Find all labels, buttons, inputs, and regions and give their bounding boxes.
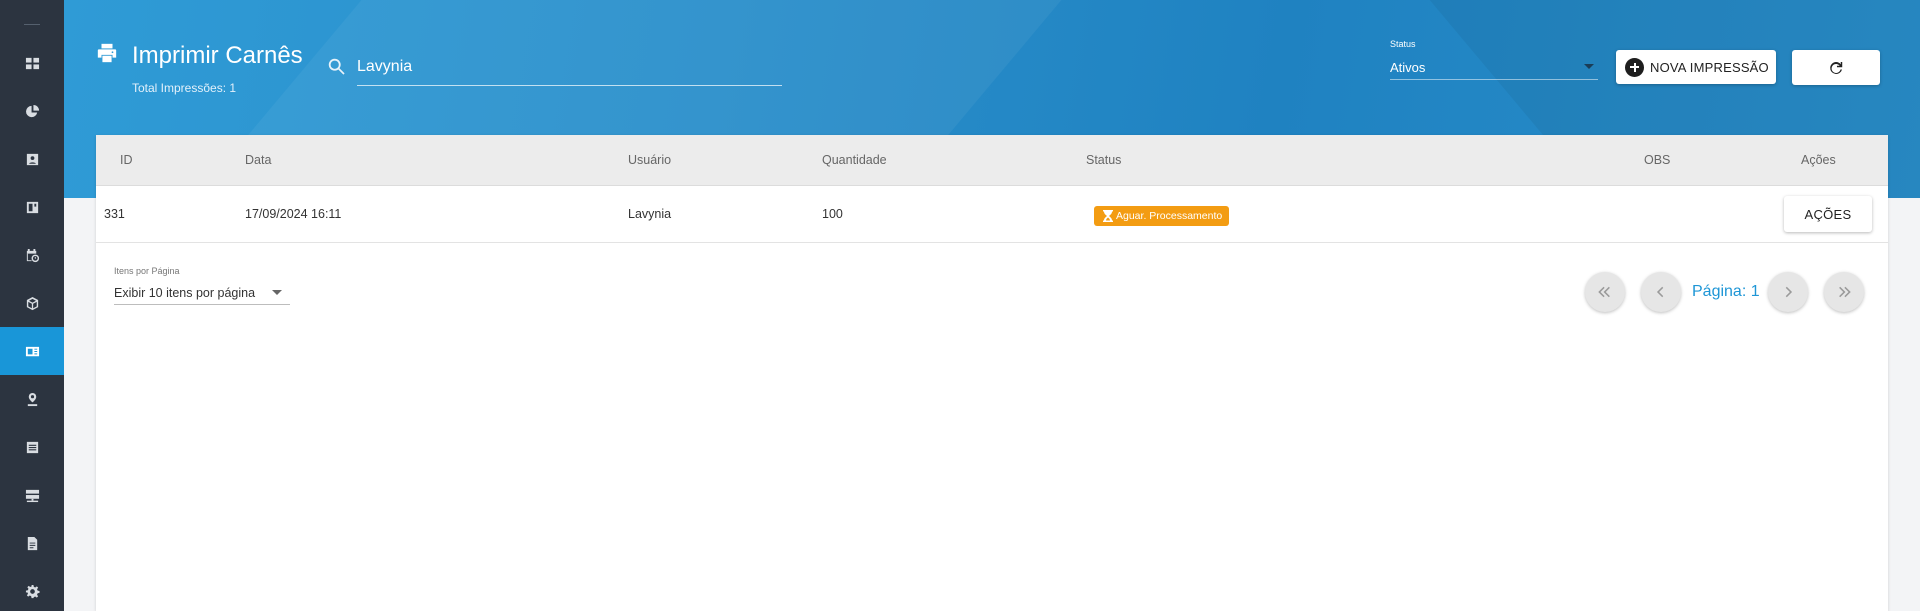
sidebar-item-products[interactable]	[0, 279, 64, 327]
status-badge: Aguar. Processamento	[1094, 206, 1230, 226]
chevron-left-icon	[1656, 286, 1664, 298]
double-chevron-left-icon	[1598, 286, 1610, 298]
status-filter-value: Ativos	[1390, 60, 1426, 75]
sidebar-item-documents[interactable]	[0, 519, 64, 567]
column-header-acoes: Ações	[1801, 153, 1836, 167]
refresh-icon	[1830, 61, 1843, 74]
sidebar-item-boards[interactable]	[0, 183, 64, 231]
server-icon	[25, 489, 39, 502]
contact-card-icon	[26, 153, 38, 165]
sidebar-item-settings[interactable]	[0, 567, 64, 611]
status-badge-label: Aguar. Processamento	[1116, 210, 1223, 222]
column-header-status[interactable]: Status	[1086, 153, 1121, 167]
column-header-obs[interactable]: OBS	[1644, 153, 1670, 167]
first-page-button[interactable]	[1585, 272, 1625, 312]
cube-icon	[26, 296, 38, 310]
next-page-button[interactable]	[1768, 272, 1808, 312]
sidebar-item-reports[interactable]	[0, 87, 64, 135]
gear-icon	[25, 584, 40, 598]
layout-icon	[26, 201, 38, 213]
current-page-label: Página: 1	[1692, 283, 1760, 300]
chevron-down-icon	[1584, 64, 1594, 69]
refresh-button[interactable]	[1792, 50, 1880, 85]
table-row[interactable]: 331 17/09/2024 16:11 Lavynia 100 Aguar. …	[96, 186, 1888, 243]
list-icon	[26, 441, 38, 453]
total-impressions: Total Impressões: 1	[132, 81, 237, 95]
column-header-data[interactable]: Data	[245, 153, 271, 167]
items-per-page-select[interactable]: Exibir 10 itens por página	[114, 281, 290, 305]
pie-chart-icon	[25, 104, 39, 117]
sidebar-divider	[24, 24, 40, 25]
page-title: Imprimir Carnês	[132, 42, 303, 69]
sidebar-item-carnes[interactable]	[0, 327, 64, 375]
cell-data: 17/09/2024 16:11	[245, 207, 342, 221]
sidebar-item-servers[interactable]	[0, 471, 64, 519]
items-per-page-value: Exibir 10 itens por página	[114, 286, 256, 300]
cell-quantidade: 100	[822, 207, 843, 221]
dashboard-icon	[25, 57, 39, 69]
sidebar-item-dashboard[interactable]	[0, 39, 64, 87]
title-icon-wrap	[96, 42, 118, 64]
previous-page-button[interactable]	[1641, 272, 1681, 312]
double-chevron-right-icon	[1839, 286, 1851, 298]
print-carne-icon	[25, 346, 39, 356]
impressions-table-card: ID Data Usuário Quantidade Status OBS Aç…	[96, 135, 1888, 611]
sidebar-item-list[interactable]	[0, 423, 64, 471]
actions-button[interactable]: AÇÕES	[1784, 196, 1872, 232]
calendar-clock-icon	[26, 248, 39, 262]
items-per-page-label: Itens por Página	[114, 266, 180, 276]
new-print-button-label: NOVA IMPRESSÃO	[1650, 59, 1769, 75]
document-icon	[27, 536, 37, 550]
sidebar-item-contacts[interactable]	[0, 135, 64, 183]
chevron-down-icon	[272, 290, 282, 295]
sidebar	[0, 0, 64, 611]
printer-icon	[97, 43, 117, 63]
status-filter-select[interactable]: Ativos	[1390, 56, 1598, 80]
sidebar-item-users[interactable]	[0, 375, 64, 423]
last-page-button[interactable]	[1824, 272, 1864, 312]
search-icon	[326, 56, 348, 83]
hourglass-icon	[1103, 210, 1113, 222]
chevron-right-icon	[1785, 286, 1793, 298]
cell-usuario: Lavynia	[628, 207, 672, 221]
search-input[interactable]	[357, 52, 782, 86]
column-header-quantidade[interactable]: Quantidade	[822, 153, 887, 167]
cell-id: 331	[104, 207, 125, 221]
table-header: ID Data Usuário Quantidade Status OBS Aç…	[96, 135, 1888, 186]
column-header-id[interactable]: ID	[120, 153, 133, 167]
new-print-button[interactable]: NOVA IMPRESSÃO	[1616, 50, 1776, 84]
user-pin-icon	[27, 392, 37, 406]
status-filter-label: Status	[1390, 39, 1416, 49]
column-header-usuario[interactable]: Usuário	[628, 153, 671, 167]
sidebar-item-schedule[interactable]	[0, 231, 64, 279]
add-circle-icon	[1625, 57, 1644, 77]
